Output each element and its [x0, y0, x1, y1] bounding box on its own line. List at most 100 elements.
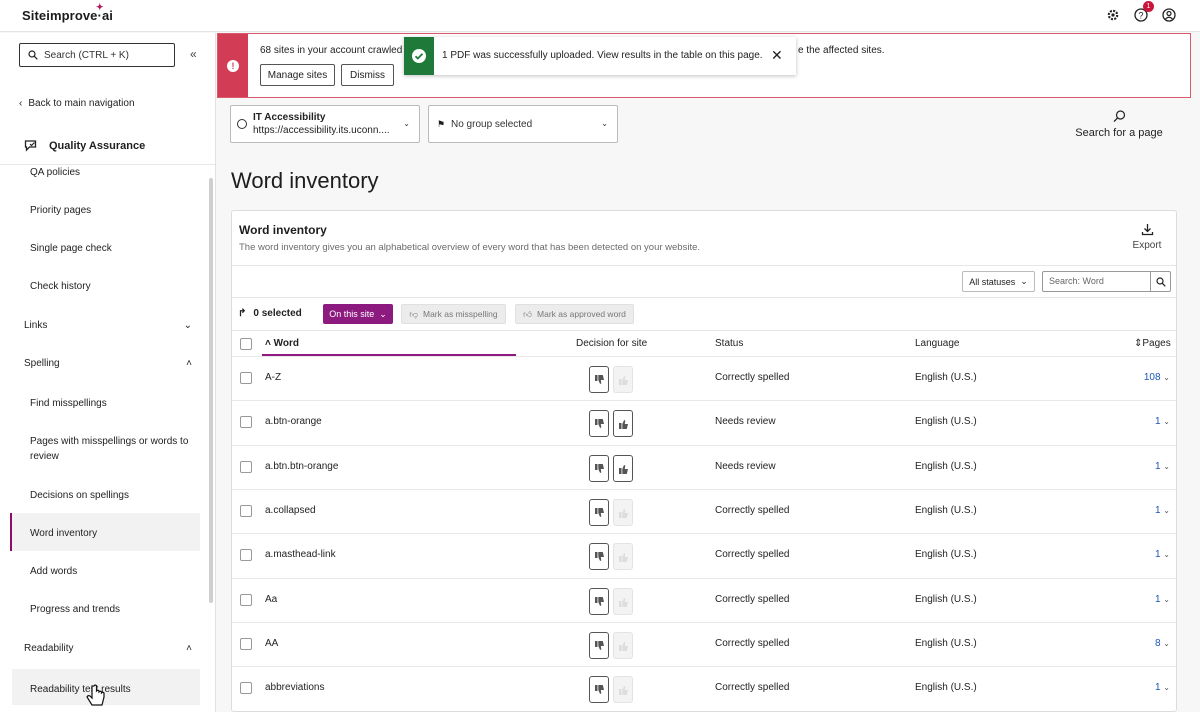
- on-this-site-label: On this site: [329, 309, 375, 319]
- chevron-down-icon: ⌄: [1020, 276, 1028, 286]
- pages-count-link[interactable]: 1 ⌄: [1155, 594, 1170, 605]
- group-tag-icon: ⚑: [437, 119, 446, 129]
- collapse-sidebar-icon[interactable]: «: [190, 47, 197, 61]
- search-icon: [28, 50, 38, 60]
- approve-word-toggle[interactable]: [613, 454, 633, 482]
- approve-word-toggle[interactable]: [613, 587, 633, 615]
- selected-count-label: 0 selected: [253, 308, 302, 319]
- sidebar-item-find-misspellings[interactable]: Find misspellings: [30, 396, 200, 411]
- mark-misspelling-toggle[interactable]: [589, 631, 609, 659]
- approve-word-toggle[interactable]: [613, 631, 633, 659]
- globe-icon: [237, 119, 247, 129]
- module-title-label: Quality Assurance: [49, 139, 146, 152]
- sidebar-item-decisions-on-spellings[interactable]: Decisions on spellings: [30, 488, 200, 503]
- close-icon[interactable]: ✕: [771, 47, 783, 64]
- word-search-button[interactable]: [1150, 271, 1171, 292]
- row-checkbox[interactable]: [240, 549, 252, 562]
- site-selector[interactable]: IT Accessibility https://accessibility.i…: [230, 105, 420, 143]
- pages-count-link[interactable]: 8 ⌄: [1155, 638, 1170, 649]
- group-selector-value: No group selected: [451, 119, 533, 130]
- pages-count-link[interactable]: 1 ⌄: [1155, 682, 1170, 693]
- approve-word-toggle[interactable]: [613, 543, 633, 571]
- siteimprove-logo[interactable]: Siteimprove·ai ✦: [22, 2, 113, 23]
- sidebar-section-readability[interactable]: Readability ˄: [24, 643, 192, 654]
- pages-count-link[interactable]: 1 ⌄: [1155, 461, 1170, 472]
- sidebar-item-priority-pages[interactable]: Priority pages: [30, 203, 200, 218]
- mark-as-misspelling-label: Mark as misspelling: [423, 309, 498, 319]
- table-row: a.masthead-link Correctly spelled English …: [232, 533, 1176, 577]
- pages-count-link[interactable]: 1 ⌄: [1155, 505, 1170, 516]
- sidebar-item-qa-policies[interactable]: QA policies: [30, 165, 200, 180]
- chevron-down-icon: ⌄: [601, 119, 608, 128]
- mark-misspelling-toggle[interactable]: [589, 454, 609, 482]
- user-profile-icon[interactable]: [1162, 8, 1176, 22]
- chevron-up-icon: ˄: [186, 358, 192, 369]
- row-checkbox[interactable]: [240, 416, 252, 429]
- status-filter-select[interactable]: All statuses ⌄: [962, 271, 1035, 292]
- pages-count-link[interactable]: 108 ⌄: [1144, 372, 1170, 383]
- sidebar-item-pages-with-misspellings[interactable]: Pages with misspellings or words to revi…: [30, 434, 200, 464]
- settings-gear-icon[interactable]: [1106, 8, 1120, 22]
- sidebar-search-placeholder: Search (CTRL + K): [44, 49, 129, 61]
- chevron-left-icon: ‹: [19, 98, 23, 109]
- column-header-word[interactable]: ˄ Word: [265, 338, 299, 349]
- mark-as-approved-label: Mark as approved word: [537, 309, 626, 319]
- sidebar-item-progress-and-trends[interactable]: Progress and trends: [30, 602, 200, 617]
- mark-misspelling-toggle[interactable]: [589, 587, 609, 615]
- sidebar-scrollbar[interactable]: [209, 178, 213, 603]
- table-row: a.collapsed Correctly spelled English (U.S…: [232, 488, 1176, 533]
- row-checkbox[interactable]: [240, 637, 252, 650]
- sidebar-section-links[interactable]: Links ⌄: [24, 320, 192, 331]
- mark-misspelling-toggle[interactable]: [589, 676, 609, 704]
- row-checkbox[interactable]: [240, 593, 252, 606]
- upload-success-toast: 1 PDF was successfully uploaded. View re…: [404, 37, 796, 75]
- row-checkbox[interactable]: [240, 504, 252, 517]
- back-to-main-navigation[interactable]: ‹ Back to main navigation: [19, 98, 135, 109]
- mark-misspelling-toggle[interactable]: [589, 410, 609, 438]
- mark-misspelling-toggle[interactable]: [589, 498, 609, 526]
- select-all-checkbox[interactable]: [240, 338, 252, 350]
- approve-word-toggle[interactable]: [613, 366, 633, 393]
- column-header-pages[interactable]: ⇕Pages: [1134, 338, 1171, 349]
- language-cell: English (U.S.): [915, 637, 977, 649]
- approve-word-toggle[interactable]: [613, 676, 633, 704]
- approve-word-toggle[interactable]: [613, 498, 633, 526]
- row-checkbox[interactable]: [240, 372, 252, 384]
- pages-count-link[interactable]: 1 ⌄: [1155, 549, 1170, 560]
- word-cell: a.btn-orange: [265, 416, 322, 428]
- sidebar-item-single-page-check[interactable]: Single page check: [30, 241, 200, 256]
- manage-sites-button[interactable]: Manage sites: [260, 64, 335, 86]
- dismiss-button[interactable]: Dismiss: [341, 64, 394, 86]
- chevron-down-icon: ⌄: [403, 119, 410, 128]
- mark-misspelling-toggle[interactable]: [589, 543, 609, 571]
- pages-count-link[interactable]: 1 ⌄: [1155, 416, 1170, 427]
- search-for-a-page-label: Search for a page: [1075, 127, 1163, 139]
- approve-word-toggle[interactable]: [613, 410, 633, 438]
- mark-as-misspelling-button[interactable]: 👎︎ Mark as misspelling: [401, 304, 506, 324]
- module-title-quality-assurance: Quality Assurance: [24, 139, 145, 152]
- chevron-down-icon: ⌄: [1163, 638, 1170, 648]
- sidebar-item-word-inventory[interactable]: Word inventory: [30, 526, 200, 541]
- mark-as-approved-word-button[interactable]: 👍︎ Mark as approved word: [515, 304, 634, 324]
- word-cell: abbreviations: [265, 682, 325, 694]
- help-icon[interactable]: ? 1: [1134, 1, 1154, 22]
- sidebar-item-readability-test-results[interactable]: Readability test results: [30, 682, 200, 697]
- chevron-down-icon: ⌄: [1163, 505, 1170, 515]
- thumbs-down-icon: 👎︎: [409, 308, 418, 319]
- brand-name: Siteimprove: [22, 8, 98, 23]
- sidebar-section-spelling[interactable]: Spelling ˄: [24, 358, 192, 369]
- row-checkbox[interactable]: [240, 460, 252, 473]
- search-for-a-page-button[interactable]: Search for a page: [1072, 110, 1166, 139]
- row-checkbox[interactable]: [240, 682, 252, 695]
- mark-misspelling-toggle[interactable]: [589, 366, 609, 393]
- group-selector[interactable]: ⚑ No group selected ⌄: [428, 105, 618, 143]
- search-icon: [1156, 277, 1166, 287]
- word-search-input[interactable]: Search: Word: [1042, 271, 1151, 292]
- export-button[interactable]: Export: [1127, 223, 1167, 251]
- column-header-decision: Decision for site: [576, 338, 648, 349]
- sidebar-item-check-history[interactable]: Check history: [30, 279, 200, 294]
- status-cell: Correctly spelled: [715, 682, 790, 694]
- sidebar-item-add-words[interactable]: Add words: [30, 564, 200, 579]
- sidebar-search-input[interactable]: Search (CTRL + K): [19, 43, 175, 67]
- on-this-site-dropdown[interactable]: On this site ⌄: [323, 304, 393, 324]
